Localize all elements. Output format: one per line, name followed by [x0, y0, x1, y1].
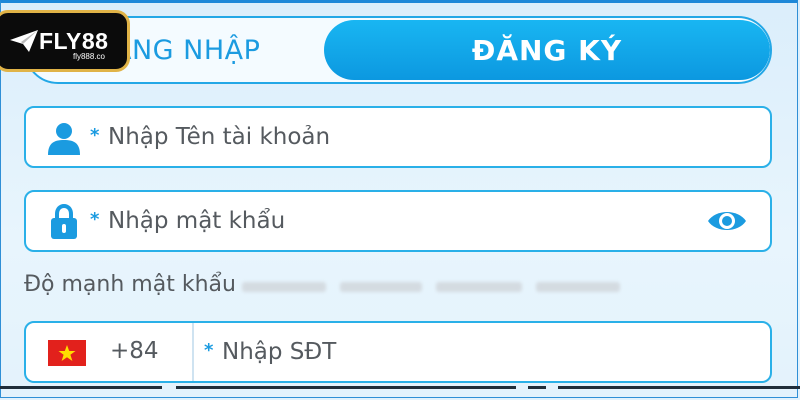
bottom-divider	[558, 386, 800, 389]
bottom-divider	[528, 386, 546, 389]
required-mark: *	[90, 209, 100, 230]
bottom-divider	[0, 386, 162, 389]
tab-register[interactable]: ĐĂNG KÝ	[324, 20, 770, 80]
logo-text: FLY88	[39, 27, 109, 54]
required-mark: *	[90, 125, 100, 146]
username-placeholder: Nhập Tên tài khoản	[108, 124, 331, 150]
auth-tabs: ĐĂNG NHẬP ĐĂNG KÝ	[24, 16, 772, 84]
password-field[interactable]: * Nhập mật khẩu	[24, 190, 772, 252]
strength-bar-4	[536, 282, 620, 292]
bottom-divider	[176, 386, 516, 389]
divider	[192, 323, 194, 381]
phone-field[interactable]: +84 * Nhập SĐT	[24, 321, 772, 383]
phone-placeholder: Nhập SĐT	[222, 339, 337, 365]
strength-bar-2	[340, 282, 422, 292]
strength-bar-3	[436, 282, 522, 292]
brand-logo: FLY88 fly888.co	[0, 10, 130, 72]
country-code[interactable]: +84	[110, 338, 159, 364]
plane-icon	[10, 30, 38, 52]
required-mark: *	[204, 340, 214, 361]
password-placeholder: Nhập mật khẩu	[108, 208, 286, 234]
eye-icon[interactable]	[706, 206, 748, 236]
password-strength-label: Độ mạnh mật khẩu	[24, 272, 236, 297]
user-icon	[48, 123, 80, 155]
strength-bar-1	[242, 282, 326, 292]
username-field[interactable]: * Nhập Tên tài khoản	[24, 106, 772, 168]
logo-subtext: fly888.co	[72, 52, 105, 61]
tab-register-label: ĐĂNG KÝ	[471, 33, 623, 67]
lock-icon	[51, 204, 77, 239]
vietnam-flag-icon[interactable]	[48, 340, 86, 366]
